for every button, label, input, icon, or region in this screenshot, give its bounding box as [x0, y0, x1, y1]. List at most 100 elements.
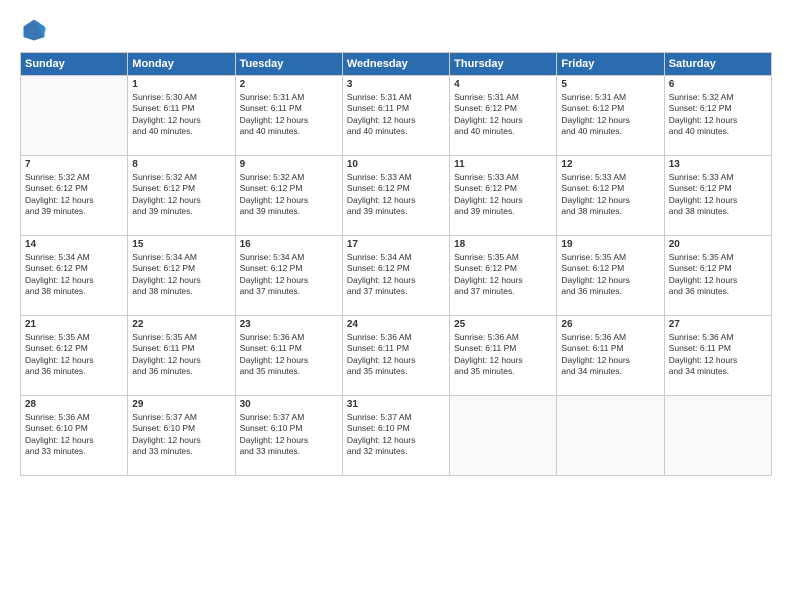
calendar-cell: 12Sunrise: 5:33 AMSunset: 6:12 PMDayligh…: [557, 156, 664, 236]
calendar-cell: 19 Sunrise: 5:35 AMSunset: 6:12 PMDayligh…: [557, 236, 664, 316]
calendar-cell: 18Sunrise: 5:35 AMSunset: 6:12 PMDayligh…: [450, 236, 557, 316]
calendar-cell: 17 Sunrise: 5:34 AMSunset: 6:12 PMDayligh…: [342, 236, 449, 316]
day-number: 17: [347, 239, 445, 250]
calendar-cell: 23 Sunrise: 5:36 AMSunset: 6:11 PMDayligh…: [235, 316, 342, 396]
day-number: 28: [25, 399, 123, 410]
weekday-header-tuesday: Tuesday: [235, 53, 342, 76]
logo-icon: [20, 16, 48, 44]
day-number: 16: [240, 239, 338, 250]
day-number: 15: [132, 239, 230, 250]
calendar-cell: 30Sunrise: 5:37 AMSunset: 6:10 PMDayligh…: [235, 396, 342, 476]
day-number: 21: [25, 319, 123, 330]
day-info: Sunrise: 5:32 AMSunset: 6:12 PMDaylight:…: [132, 172, 230, 218]
calendar-cell: 3 Sunrise: 5:31 AMSunset: 6:11 PMDaylight…: [342, 76, 449, 156]
day-number: 24: [347, 319, 445, 330]
week-row-3: 14 Sunrise: 5:34 AMSunset: 6:12 PMDayligh…: [21, 236, 772, 316]
calendar-table: SundayMondayTuesdayWednesdayThursdayFrid…: [20, 52, 772, 476]
day-number: 3: [347, 79, 445, 90]
calendar-cell: 8 Sunrise: 5:32 AMSunset: 6:12 PMDaylight…: [128, 156, 235, 236]
day-info: Sunrise: 5:36 AMSunset: 6:11 PMDaylight:…: [669, 332, 767, 378]
page: SundayMondayTuesdayWednesdayThursdayFrid…: [0, 0, 792, 612]
day-info: Sunrise: 5:35 AMSunset: 6:12 PMDaylight:…: [561, 252, 659, 298]
calendar-cell: 20 Sunrise: 5:35 AMSunset: 6:12 PMDayligh…: [664, 236, 771, 316]
day-info: Sunrise: 5:33 AMSunset: 6:12 PMDaylight:…: [561, 172, 659, 218]
day-info: Sunrise: 5:33 AMSunset: 6:12 PMDaylight:…: [347, 172, 445, 218]
day-number: 10: [347, 159, 445, 170]
day-info: Sunrise: 5:34 AMSunset: 6:12 PMDaylight:…: [132, 252, 230, 298]
weekday-header-monday: Monday: [128, 53, 235, 76]
day-number: 19: [561, 239, 659, 250]
weekday-header-thursday: Thursday: [450, 53, 557, 76]
day-info: Sunrise: 5:33 AMSunset: 6:12 PMDaylight:…: [669, 172, 767, 218]
week-row-1: 1 Sunrise: 5:30 AMSunset: 6:11 PMDaylight…: [21, 76, 772, 156]
day-number: 9: [240, 159, 338, 170]
day-number: 20: [669, 239, 767, 250]
header: [20, 16, 772, 44]
day-number: 25: [454, 319, 552, 330]
calendar-cell: 14 Sunrise: 5:34 AMSunset: 6:12 PMDayligh…: [21, 236, 128, 316]
calendar-cell: 6 Sunrise: 5:32 AMSunset: 6:12 PMDaylight…: [664, 76, 771, 156]
calendar-cell: 2 Sunrise: 5:31 AMSunset: 6:11 PMDaylight…: [235, 76, 342, 156]
day-info: Sunrise: 5:36 AMSunset: 6:10 PMDaylight:…: [25, 412, 123, 458]
day-info: Sunrise: 5:33 AMSunset: 6:12 PMDaylight:…: [454, 172, 552, 218]
calendar-cell: 13 Sunrise: 5:33 AMSunset: 6:12 PMDayligh…: [664, 156, 771, 236]
day-info: Sunrise: 5:30 AMSunset: 6:11 PMDaylight:…: [132, 92, 230, 138]
calendar-cell: 11 Sunrise: 5:33 AMSunset: 6:12 PMDayligh…: [450, 156, 557, 236]
day-info: Sunrise: 5:34 AMSunset: 6:12 PMDaylight:…: [25, 252, 123, 298]
calendar-cell: [664, 396, 771, 476]
calendar-cell: 25 Sunrise: 5:36 AMSunset: 6:11 PMDayligh…: [450, 316, 557, 396]
calendar-cell: 21Sunrise: 5:35 AMSunset: 6:12 PMDayligh…: [21, 316, 128, 396]
day-number: 11: [454, 159, 552, 170]
calendar-cell: [21, 76, 128, 156]
day-number: 7: [25, 159, 123, 170]
day-info: Sunrise: 5:37 AMSunset: 6:10 PMDaylight:…: [240, 412, 338, 458]
day-info: Sunrise: 5:31 AMSunset: 6:12 PMDaylight:…: [454, 92, 552, 138]
day-info: Sunrise: 5:32 AMSunset: 6:12 PMDaylight:…: [240, 172, 338, 218]
calendar-cell: 7 Sunrise: 5:32 AMSunset: 6:12 PMDaylight…: [21, 156, 128, 236]
calendar-cell: 28 Sunrise: 5:36 AMSunset: 6:10 PMDayligh…: [21, 396, 128, 476]
day-number: 22: [132, 319, 230, 330]
week-row-2: 7 Sunrise: 5:32 AMSunset: 6:12 PMDaylight…: [21, 156, 772, 236]
day-info: Sunrise: 5:31 AMSunset: 6:11 PMDaylight:…: [240, 92, 338, 138]
calendar-cell: 22 Sunrise: 5:35 AMSunset: 6:11 PMDayligh…: [128, 316, 235, 396]
day-info: Sunrise: 5:34 AMSunset: 6:12 PMDaylight:…: [347, 252, 445, 298]
weekday-header-wednesday: Wednesday: [342, 53, 449, 76]
day-number: 23: [240, 319, 338, 330]
day-number: 14: [25, 239, 123, 250]
weekday-header-friday: Friday: [557, 53, 664, 76]
day-number: 6: [669, 79, 767, 90]
week-row-5: 28 Sunrise: 5:36 AMSunset: 6:10 PMDayligh…: [21, 396, 772, 476]
day-number: 29: [132, 399, 230, 410]
weekday-header-row: SundayMondayTuesdayWednesdayThursdayFrid…: [21, 53, 772, 76]
day-info: Sunrise: 5:32 AMSunset: 6:12 PMDaylight:…: [669, 92, 767, 138]
day-info: Sunrise: 5:36 AMSunset: 6:11 PMDaylight:…: [347, 332, 445, 378]
day-info: Sunrise: 5:35 AMSunset: 6:11 PMDaylight:…: [132, 332, 230, 378]
day-number: 8: [132, 159, 230, 170]
day-info: Sunrise: 5:36 AMSunset: 6:11 PMDaylight:…: [240, 332, 338, 378]
day-info: Sunrise: 5:34 AMSunset: 6:12 PMDaylight:…: [240, 252, 338, 298]
day-number: 27: [669, 319, 767, 330]
day-info: Sunrise: 5:31 AMSunset: 6:11 PMDaylight:…: [347, 92, 445, 138]
calendar-cell: [450, 396, 557, 476]
day-number: 5: [561, 79, 659, 90]
day-number: 31: [347, 399, 445, 410]
week-row-4: 21Sunrise: 5:35 AMSunset: 6:12 PMDayligh…: [21, 316, 772, 396]
day-number: 1: [132, 79, 230, 90]
day-info: Sunrise: 5:36 AMSunset: 6:11 PMDaylight:…: [454, 332, 552, 378]
calendar-cell: 10 Sunrise: 5:33 AMSunset: 6:12 PMDayligh…: [342, 156, 449, 236]
day-number: 18: [454, 239, 552, 250]
calendar-cell: 26Sunrise: 5:36 AMSunset: 6:11 PMDayligh…: [557, 316, 664, 396]
weekday-header-sunday: Sunday: [21, 53, 128, 76]
calendar-cell: 9 Sunrise: 5:32 AMSunset: 6:12 PMDaylight…: [235, 156, 342, 236]
day-number: 2: [240, 79, 338, 90]
day-number: 13: [669, 159, 767, 170]
calendar-cell: 15 Sunrise: 5:34 AMSunset: 6:12 PMDayligh…: [128, 236, 235, 316]
calendar-cell: 16 Sunrise: 5:34 AMSunset: 6:12 PMDayligh…: [235, 236, 342, 316]
calendar-cell: 27 Sunrise: 5:36 AMSunset: 6:11 PMDayligh…: [664, 316, 771, 396]
day-info: Sunrise: 5:32 AMSunset: 6:12 PMDaylight:…: [25, 172, 123, 218]
calendar-cell: 24 Sunrise: 5:36 AMSunset: 6:11 PMDayligh…: [342, 316, 449, 396]
calendar-cell: 4Sunrise: 5:31 AMSunset: 6:12 PMDaylight…: [450, 76, 557, 156]
calendar-cell: [557, 396, 664, 476]
day-info: Sunrise: 5:35 AMSunset: 6:12 PMDaylight:…: [669, 252, 767, 298]
calendar-cell: 29Sunrise: 5:37 AMSunset: 6:10 PMDayligh…: [128, 396, 235, 476]
